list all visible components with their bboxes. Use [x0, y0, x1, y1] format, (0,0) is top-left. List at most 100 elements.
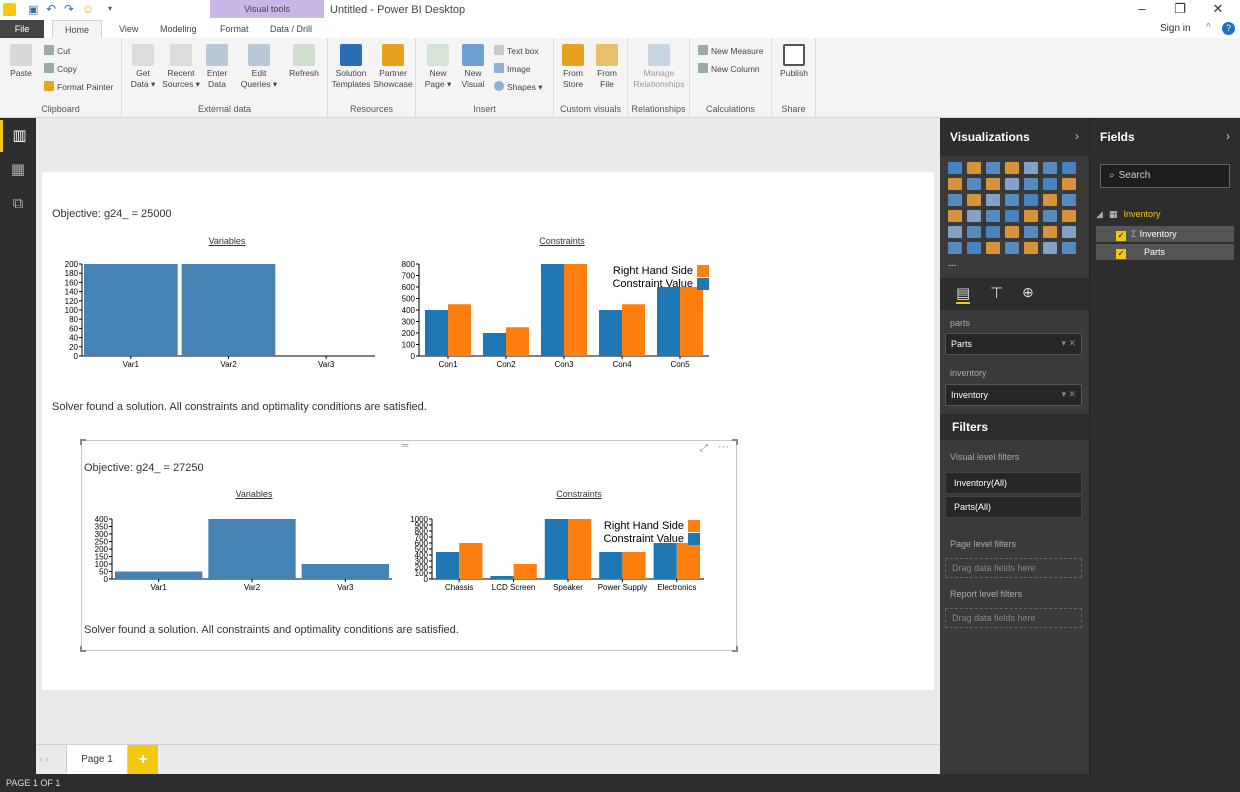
redo-icon[interactable]: ↷: [64, 2, 74, 16]
remove-field-icon[interactable]: ▾ ✕: [1061, 338, 1076, 349]
visual-type-icon[interactable]: [1005, 210, 1019, 222]
restore-icon[interactable]: ❐: [1162, 0, 1198, 20]
visual-type-icon[interactable]: [1062, 210, 1076, 222]
visual-type-icon[interactable]: [1024, 162, 1038, 174]
visual-type-icon[interactable]: [986, 194, 1000, 206]
help-icon[interactable]: ?: [1222, 22, 1235, 35]
visual-type-icon[interactable]: [967, 178, 981, 190]
image-button[interactable]: Image: [494, 63, 531, 75]
cut-button[interactable]: Cut: [44, 45, 70, 57]
checked-checkbox-icon[interactable]: ✓: [1116, 249, 1126, 259]
paste-button[interactable]: Paste: [6, 44, 36, 79]
manage-relationships-button[interactable]: Manage Relationships: [630, 44, 688, 90]
checked-checkbox-icon[interactable]: ✓: [1116, 231, 1126, 241]
visual-type-icon[interactable]: [1005, 194, 1019, 206]
enter-data-button[interactable]: Enter Data: [202, 44, 232, 90]
visual-type-icon[interactable]: [1024, 210, 1038, 222]
visual-type-icon[interactable]: [1043, 210, 1057, 222]
text-box-button[interactable]: Text box: [494, 45, 539, 57]
format-paint-roller-icon[interactable]: ⊤: [990, 284, 1003, 302]
table-inventory[interactable]: ◢ ▦ Inventory: [1096, 206, 1234, 222]
more-visuals[interactable]: ...: [948, 258, 956, 269]
visual-type-icon[interactable]: [986, 242, 1000, 254]
visual-type-icon[interactable]: [1005, 178, 1019, 190]
recent-sources-button[interactable]: Recent Sources ▾: [162, 44, 200, 90]
visual-type-icon[interactable]: [967, 242, 981, 254]
resize-handle[interactable]: [732, 439, 738, 445]
chevron-right-icon[interactable]: ›: [1075, 129, 1079, 143]
focus-mode-icon[interactable]: ⤢: [700, 443, 708, 454]
resize-handle[interactable]: [80, 646, 86, 652]
new-measure-button[interactable]: New Measure: [698, 45, 763, 57]
visual-type-icon[interactable]: [1024, 226, 1038, 238]
more-options-icon[interactable]: ···: [718, 441, 729, 453]
visual-type-icon[interactable]: [948, 242, 962, 254]
visual-type-icon[interactable]: [986, 210, 1000, 222]
filter-inventory-all[interactable]: Inventory(All): [945, 472, 1082, 494]
tab-modeling[interactable]: Modeling: [150, 20, 207, 38]
visual-type-icon[interactable]: [1024, 194, 1038, 206]
prev-page-icon[interactable]: ‹ ›: [40, 754, 49, 764]
new-visual-button[interactable]: New Visual: [456, 44, 490, 90]
copy-button[interactable]: Copy: [44, 63, 77, 75]
get-data-button[interactable]: Get Data ▾: [126, 44, 160, 90]
visual-type-icon[interactable]: [948, 210, 962, 222]
quick-access-dropdown-icon[interactable]: ▾: [108, 4, 112, 13]
tab-home[interactable]: Home: [52, 20, 102, 38]
partner-showcase-button[interactable]: Partner Showcase: [372, 44, 414, 90]
page-filter-dropzone[interactable]: Drag data fields here: [945, 558, 1082, 578]
visual-type-icon[interactable]: [948, 162, 962, 174]
format-painter-button[interactable]: Format Painter: [44, 81, 113, 93]
selected-visual[interactable]: ═ ⤢ ··· Objective: g24_ = 27250 Variable…: [80, 439, 738, 652]
parts-field-well[interactable]: Parts ▾ ✕: [945, 333, 1082, 355]
visual-type-icon[interactable]: [1062, 162, 1076, 174]
visual-type-icon[interactable]: [1062, 178, 1076, 190]
from-store-button[interactable]: From Store: [556, 44, 590, 90]
refresh-button[interactable]: Refresh: [286, 44, 322, 79]
visual-type-icon[interactable]: [948, 194, 962, 206]
edit-queries-button[interactable]: Edit Queries ▾: [240, 44, 278, 90]
visual-type-icon[interactable]: [986, 162, 1000, 174]
fields-header[interactable]: Fields ›: [1090, 118, 1240, 156]
visual-type-icon[interactable]: [1024, 178, 1038, 190]
analytics-magnifier-icon[interactable]: ⊕: [1022, 284, 1034, 301]
solution-templates-button[interactable]: Solution Templates: [330, 44, 372, 90]
chevron-right-icon[interactable]: ›: [1226, 129, 1230, 143]
report-filter-dropzone[interactable]: Drag data fields here: [945, 608, 1082, 628]
tab-data-drill[interactable]: Data / Drill: [260, 20, 322, 38]
resize-handle[interactable]: [732, 646, 738, 652]
tab-page-1[interactable]: Page 1: [66, 745, 128, 775]
smiley-icon[interactable]: ☺: [82, 2, 94, 16]
field-inventory[interactable]: ✓ Σ Inventory: [1096, 226, 1234, 242]
visual-type-icon[interactable]: [1062, 226, 1076, 238]
collapse-ribbon-icon[interactable]: ^: [1206, 22, 1211, 33]
new-column-button[interactable]: New Column: [698, 63, 760, 75]
visual-type-icon[interactable]: [967, 162, 981, 174]
visual-type-icon[interactable]: [1043, 226, 1057, 238]
visual-type-icon[interactable]: [1043, 178, 1057, 190]
visual-type-icon[interactable]: [1043, 242, 1057, 254]
visual-type-icon[interactable]: [1062, 242, 1076, 254]
remove-field-icon[interactable]: ▾ ✕: [1061, 389, 1076, 400]
tab-view[interactable]: View: [109, 20, 148, 38]
visualizations-header[interactable]: Visualizations ›: [940, 118, 1089, 156]
sign-in-link[interactable]: Sign in: [1160, 23, 1191, 34]
fields-well-icon[interactable]: ▤: [956, 284, 971, 304]
publish-button[interactable]: Publish: [776, 44, 812, 79]
visual-type-icon[interactable]: [1043, 194, 1057, 206]
visual-type-icon[interactable]: [967, 210, 981, 222]
undo-icon[interactable]: ↶: [46, 2, 56, 16]
visual-type-icon[interactable]: [967, 194, 981, 206]
visual-type-icon[interactable]: [1005, 242, 1019, 254]
visual-type-icon[interactable]: [1005, 162, 1019, 174]
visual-type-icon[interactable]: [986, 178, 1000, 190]
inventory-field-well[interactable]: Inventory ▾ ✕: [945, 384, 1082, 406]
relationships-view-icon[interactable]: ⧉: [0, 188, 36, 220]
shapes-button[interactable]: Shapes ▾: [494, 81, 542, 93]
report-view-icon[interactable]: ▥: [0, 120, 36, 152]
visual-type-icon[interactable]: [986, 226, 1000, 238]
field-parts[interactable]: ✓ Parts: [1096, 244, 1234, 260]
visual-type-icon[interactable]: [948, 226, 962, 238]
fields-search-input[interactable]: ⌕ Search: [1100, 164, 1230, 188]
visual-type-icon[interactable]: [1043, 162, 1057, 174]
